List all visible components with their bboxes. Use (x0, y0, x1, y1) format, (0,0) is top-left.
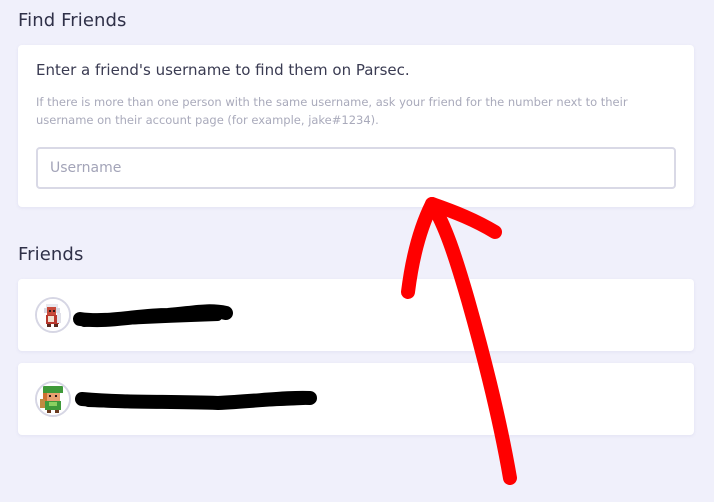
redacted-friend-name (75, 390, 317, 411)
find-friends-title: Find Friends (18, 10, 127, 31)
find-friends-heading: Enter a friend's username to find them o… (36, 61, 410, 79)
friends-title: Friends (18, 244, 84, 265)
find-friends-hint: If there is more than one person with th… (36, 95, 628, 127)
friend-list-item[interactable] (18, 363, 694, 435)
username-input[interactable] (36, 147, 676, 189)
redacted-friend-name (73, 304, 233, 328)
find-friends-card: Enter a friend's username to find them o… (18, 45, 694, 207)
friend-list-item[interactable] (18, 279, 694, 351)
friends-page: Find Friends Enter a friend's username t… (0, 0, 714, 502)
